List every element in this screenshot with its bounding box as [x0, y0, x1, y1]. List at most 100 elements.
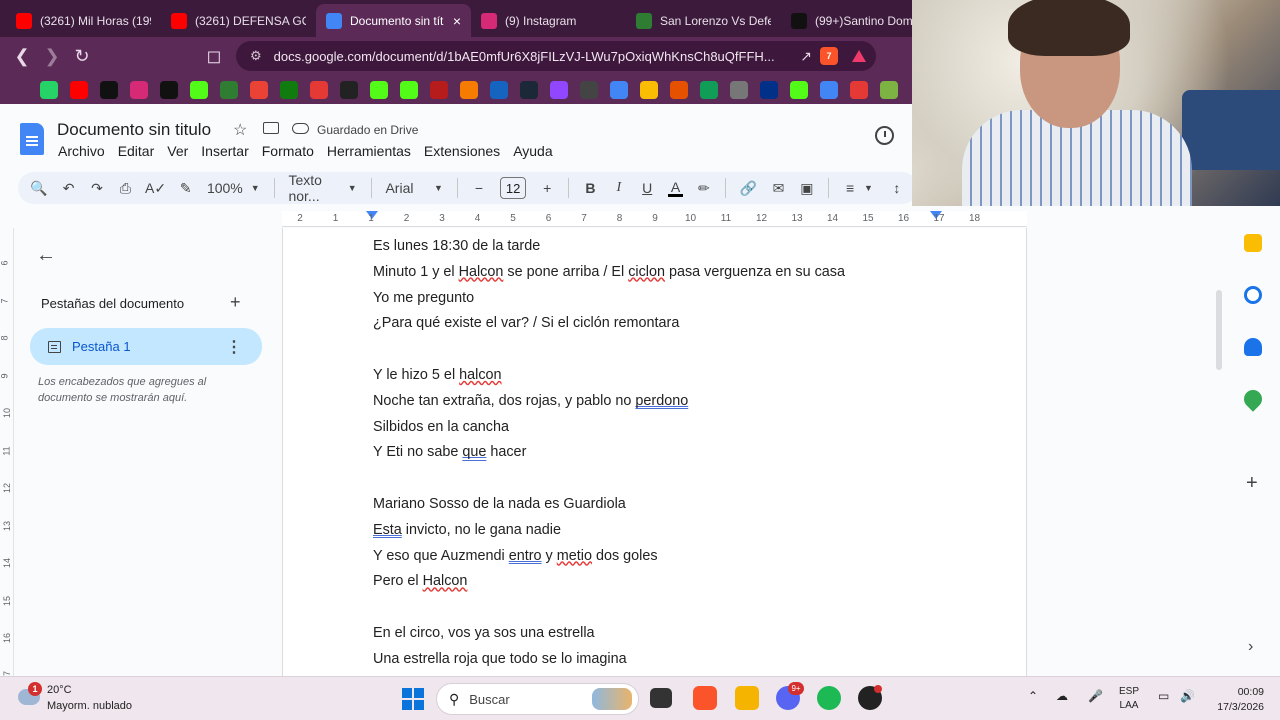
weather-temperature[interactable]: 20°C [47, 684, 72, 696]
chevron-down-icon[interactable]: ▼ [861, 183, 875, 193]
redo-icon[interactable]: ↷ [90, 180, 104, 197]
youtube-icon[interactable] [70, 80, 88, 99]
add-tab-icon[interactable]: + [230, 292, 241, 313]
back-arrow-icon[interactable]: ← [36, 244, 56, 267]
menu-editar[interactable]: Editar [118, 143, 155, 159]
underline-icon[interactable]: U [640, 180, 654, 196]
chevron-up-icon[interactable]: ⌃ [1028, 689, 1038, 703]
bet-icon[interactable] [670, 80, 688, 99]
document-line[interactable] [373, 339, 845, 365]
horizontal-ruler[interactable]: 2 1 1 2 3 4 5 6 7 8 9 10 11 12 13 14 15 16 17 18 [282, 211, 1027, 227]
browser-tab[interactable]: San Lorenzo Vs Defen [626, 4, 781, 37]
site-settings-icon[interactable]: ⚙ [250, 48, 262, 64]
scrollbar-thumb[interactable] [1216, 290, 1222, 370]
gmail-icon[interactable] [250, 80, 268, 99]
document-line[interactable] [373, 597, 845, 623]
chevron-right-icon[interactable]: › [1248, 638, 1253, 656]
document-line[interactable]: Esta invicto, no le gana nadie [373, 520, 845, 546]
address-bar[interactable]: ⚙ docs.google.com/document/d/1bAE0mfUr6X… [236, 41, 876, 71]
arrow-down-icon[interactable] [880, 80, 898, 99]
taskbar-search[interactable]: ⚲ Buscar [436, 683, 639, 715]
align-icon[interactable]: ≡ [843, 180, 857, 196]
document-line[interactable]: Una estrella roja que todo se lo imagina [373, 649, 845, 675]
docs-icon[interactable] [820, 80, 838, 99]
close-tab-icon[interactable]: × [453, 13, 461, 29]
document-line[interactable]: ¿Para qué existe el var? / Si el ciclón … [373, 313, 845, 339]
microphone-icon[interactable]: 🎤 [1088, 689, 1103, 703]
menu-ayuda[interactable]: Ayuda [513, 143, 552, 159]
kick-icon[interactable] [400, 80, 418, 99]
add-addon-icon[interactable]: + [1246, 472, 1258, 495]
document-line[interactable]: Yo me pregunto [373, 288, 845, 314]
zoom-select[interactable]: 100% ▼ [207, 180, 260, 196]
maps-icon[interactable] [1240, 386, 1266, 412]
instagram-icon[interactable] [130, 80, 148, 99]
document-line[interactable]: Noche tan extraña, dos rojas, y pablo no… [373, 391, 845, 417]
increase-font-size-icon[interactable]: + [540, 180, 554, 196]
chatgpt-icon[interactable] [580, 80, 598, 99]
brave-browser-icon[interactable] [693, 686, 717, 710]
twitch-icon[interactable] [550, 80, 568, 99]
steam-icon[interactable] [520, 80, 538, 99]
keep-icon[interactable] [1244, 234, 1262, 252]
document-line[interactable]: Y eso que Auzmendi entro y metio dos gol… [373, 546, 845, 572]
more-vert-icon[interactable]: ⋮ [226, 337, 242, 357]
xbox-icon[interactable] [280, 80, 298, 99]
language-indicator[interactable]: ESP LAA [1119, 685, 1139, 713]
brave-shields-icon[interactable]: 7 [820, 47, 838, 65]
download-icon[interactable] [850, 80, 868, 99]
undo-icon[interactable]: ↶ [61, 180, 75, 197]
star-icon[interactable]: ☆ [233, 120, 247, 140]
spellcheck-icon[interactable]: A✓ [145, 180, 166, 197]
move-folder-icon[interactable] [263, 122, 279, 134]
forward-icon[interactable]: ❯ [38, 42, 66, 70]
paint-format-icon[interactable]: ✎ [179, 180, 193, 197]
back-icon[interactable]: ❮ [8, 42, 36, 70]
whatsapp-icon[interactable] [40, 80, 58, 99]
print-icon[interactable]: ⎙ [118, 180, 132, 197]
menu-formato[interactable]: Formato [262, 143, 314, 159]
document-body[interactable]: Es lunes 18:30 de la tarde Minuto 1 y el … [373, 236, 845, 675]
task-view-icon[interactable] [650, 688, 672, 708]
text-color-icon[interactable]: A [668, 180, 683, 197]
kick-icon[interactable] [790, 80, 808, 99]
target-icon[interactable] [430, 80, 448, 99]
puzzle-icon[interactable] [490, 80, 508, 99]
system-clock[interactable]: 00:09 17/3/2026 [1206, 685, 1264, 715]
x-icon[interactable] [160, 80, 178, 99]
soccer-icon[interactable] [220, 80, 238, 99]
windows-start-icon[interactable] [402, 688, 424, 710]
onedrive-icon[interactable]: ☁ [1056, 689, 1068, 703]
document-line[interactable]: Pero el Halcon [373, 571, 845, 597]
chart-icon[interactable] [310, 80, 328, 99]
brave-rewards-icon[interactable] [852, 50, 866, 62]
browser-tab[interactable]: (9) Instagram [471, 4, 626, 37]
comment-icon[interactable]: ✉ [771, 180, 785, 197]
weather-description[interactable]: Mayorm. nublado [47, 700, 132, 712]
document-tab-1[interactable]: Pestaña 1 ⋮ [30, 328, 262, 365]
font-size-input[interactable]: 12 [500, 177, 527, 199]
contacts-icon[interactable] [1244, 338, 1262, 356]
kick-icon[interactable] [190, 80, 208, 99]
google-docs-logo-icon[interactable] [20, 123, 44, 155]
menu-archivo[interactable]: Archivo [58, 143, 105, 159]
kick-icon[interactable] [370, 80, 388, 99]
menu-herramientas[interactable]: Herramientas [327, 143, 411, 159]
document-line[interactable]: Minuto 1 y el Halcon se pone arriba / El… [373, 262, 845, 288]
dollar-icon[interactable] [700, 80, 718, 99]
spotify-icon[interactable] [817, 686, 841, 710]
document-title[interactable]: Documento sin titulo [57, 120, 211, 140]
volume-icon[interactable]: 🔊 [1180, 689, 1195, 703]
bold-icon[interactable]: B [583, 180, 597, 196]
link-icon[interactable]: 🔗 [740, 180, 757, 197]
menu-insertar[interactable]: Insertar [201, 143, 248, 159]
bookmark-icon[interactable]: ◻ [200, 42, 228, 70]
document-line[interactable]: Mariano Sosso de la nada es Guardiola [373, 494, 845, 520]
document-page[interactable]: Es lunes 18:30 de la tarde Minuto 1 y el … [282, 228, 1027, 676]
document-line[interactable]: Es lunes 18:30 de la tarde [373, 236, 845, 262]
italic-icon[interactable]: I [612, 180, 626, 196]
apps-grid-icon[interactable] [10, 80, 28, 99]
browser-tab[interactable]: Documento sin tít × [316, 4, 471, 37]
search-menus-icon[interactable]: 🔍 [30, 180, 47, 197]
menu-extensiones[interactable]: Extensiones [424, 143, 500, 159]
